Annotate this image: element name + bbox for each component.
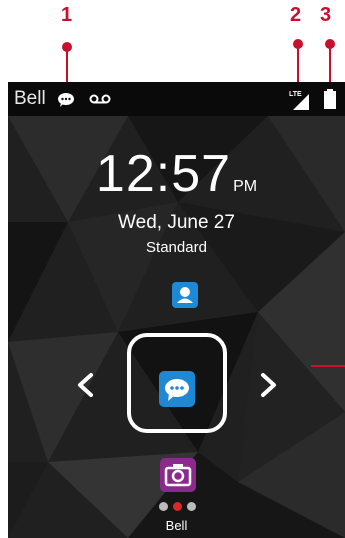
voicemail-icon — [89, 94, 111, 104]
messages-app[interactable] — [159, 371, 195, 407]
callout-dot-1 — [62, 42, 72, 52]
chevron-left-icon[interactable] — [76, 372, 94, 398]
callout-line-2 — [297, 46, 299, 84]
side-key-marker — [311, 365, 345, 367]
lock-clock: 12:57 PM — [8, 144, 345, 204]
page-indicator — [159, 502, 199, 512]
callout-number-1: 1 — [61, 4, 73, 26]
chevron-right-icon[interactable] — [260, 372, 278, 398]
contacts-app[interactable] — [172, 282, 198, 308]
sound-profile-label: Standard — [146, 239, 207, 256]
battery-icon — [324, 89, 336, 109]
signal-icon — [293, 94, 309, 110]
contacts-icon — [177, 287, 193, 303]
message-icon — [58, 93, 74, 107]
camera-app[interactable] — [160, 458, 196, 492]
callout-line-3 — [329, 46, 331, 84]
callout-number-3: 3 — [320, 4, 332, 26]
callout-dot-3 — [325, 39, 335, 49]
page-dot-2-active — [173, 502, 182, 511]
messages-icon — [165, 379, 189, 401]
carrier-name: Bell — [14, 88, 46, 109]
page-dot-1 — [159, 502, 168, 511]
page-dot-3 — [187, 502, 196, 511]
callout-dot-2 — [293, 39, 303, 49]
selected-app-name: Bell — [165, 518, 188, 533]
phone-screen: Bell LTE 12:57PM Wed, June 27 Standard — [8, 82, 345, 538]
clock-ampm: PM — [233, 178, 258, 195]
camera-icon — [164, 464, 192, 487]
date-label: Wed, June 27 — [118, 212, 235, 233]
callout-number-2: 2 — [290, 4, 302, 26]
status-bar: Bell LTE — [8, 82, 345, 116]
clock-time: 12:57 — [95, 145, 232, 203]
